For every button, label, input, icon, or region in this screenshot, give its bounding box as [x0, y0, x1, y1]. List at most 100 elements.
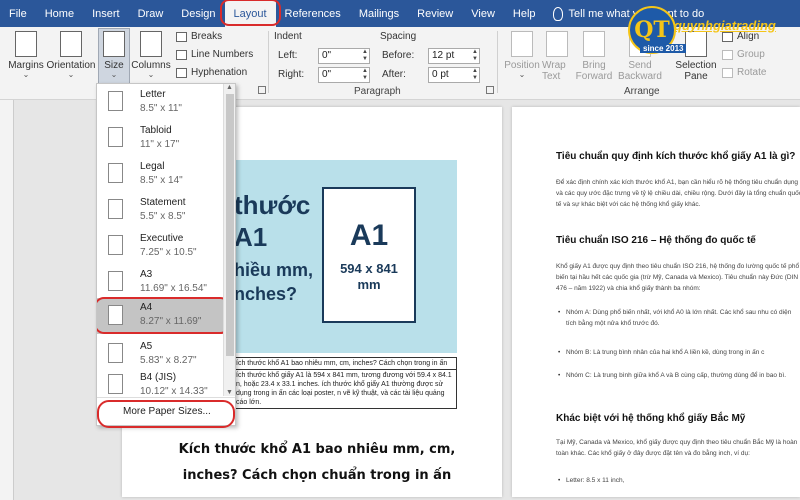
send-backward-label: Send Backward [618, 60, 662, 82]
tab-layout[interactable]: Layout [219, 0, 281, 27]
rotate-icon [722, 67, 733, 78]
heading-2: Tiêu chuẩn ISO 216 – Hệ thống đo quốc tế [556, 235, 756, 246]
tab-draw[interactable]: Draw [129, 0, 173, 27]
tab-design[interactable]: Design [172, 0, 224, 27]
page-size-icon [103, 31, 125, 57]
arrange-group-label: Arrange [624, 86, 660, 97]
paper-size-dims: 5.83" x 8.27" [140, 355, 197, 366]
page-icon [108, 163, 123, 183]
tab-help[interactable]: Help [504, 0, 545, 27]
page-icon [108, 374, 123, 394]
indent-title: Indent [274, 31, 302, 42]
size-button[interactable]: Size ⌄ [98, 28, 130, 88]
spacing-after-input[interactable]: 0 pt ▲ ▼ [428, 67, 480, 83]
paper-size-name: A4 [140, 302, 153, 313]
document-page-2[interactable]: Tiêu chuẩn quy định kích thước khổ giấy … [512, 107, 800, 497]
spacing-after-label: After: [382, 69, 406, 80]
paper-size-dims: 11" x 17" [140, 139, 180, 150]
image-info-table: ích thước khổ A1 bao nhiêu mm, cm, inche… [232, 357, 457, 409]
paragraph-1: Để xác định chính xác kích thước khổ A1,… [556, 179, 800, 208]
spinner-arrows-icon[interactable]: ▲ ▼ [362, 68, 368, 82]
paper-size-name: Letter [140, 89, 166, 100]
bring-forward-label: Bring Forward [575, 60, 613, 82]
dropdown-scrollbar[interactable]: ▲ ▼ [223, 84, 235, 396]
page-icon [108, 235, 123, 255]
paper-size-dims: 5.5" x 8.5" [140, 211, 186, 222]
tab-insert[interactable]: Insert [83, 0, 129, 27]
heading-1: Tiêu chuẩn quy định kích thước khổ giấy … [556, 151, 796, 162]
paragraph-launcher-icon[interactable] [486, 86, 494, 94]
tab-home[interactable]: Home [36, 0, 83, 27]
tab-review[interactable]: Review [408, 0, 462, 27]
spacing-title: Spacing [380, 31, 417, 42]
chevron-down-icon: ⌄ [22, 70, 30, 79]
bring-forward-button[interactable]: Bring Forward [573, 31, 615, 82]
logo-brand-text: quynhgiatrading [674, 18, 776, 33]
tab-references[interactable]: References [276, 0, 350, 27]
paper-size-name: Executive [140, 233, 184, 244]
chevron-down-icon: ⌄ [147, 70, 155, 79]
image-caption: Kích thước khổ A1 bao nhiêu mm, cm, inch… [178, 442, 456, 483]
banner-line-2: A1 [234, 222, 268, 252]
orientation-button[interactable]: Orientation ⌄ [46, 31, 96, 79]
indent-right-input[interactable]: 0" ▲ ▼ [318, 67, 370, 83]
margins-button[interactable]: Margins ⌄ [6, 31, 46, 79]
spacing-before-input[interactable]: 12 pt ▲ ▼ [428, 48, 480, 64]
indent-right-label: Right: [278, 69, 305, 80]
more-paper-sizes-button[interactable]: More Paper Sizes... [97, 397, 235, 428]
spacing-after-value: 0 pt [432, 69, 449, 80]
scroll-down-icon[interactable]: ▼ [226, 389, 233, 396]
page-icon [108, 343, 123, 363]
paper-size-name: A3 [140, 269, 153, 280]
chevron-down-icon: ⌄ [110, 70, 118, 79]
wrap-text-icon [546, 31, 568, 57]
bring-forward-icon [583, 31, 605, 57]
card-title: A1 [349, 218, 389, 252]
scroll-up-icon[interactable]: ▲ [226, 84, 233, 91]
group-divider [268, 31, 269, 93]
wrap-text-label: Wrap Text [542, 60, 566, 82]
tab-view[interactable]: View [462, 0, 504, 27]
heading-3: Khác biệt với hệ thống khổ giấy Bắc Mỹ [556, 413, 746, 424]
hyphenation-label: Hyphenation [191, 67, 248, 78]
page-setup-launcher-icon[interactable] [258, 86, 266, 94]
card-dimensions: 594 x 841 [340, 260, 398, 276]
line-numbers-label: Line Numbers [191, 49, 254, 60]
chevron-down-icon: ⌄ [518, 70, 526, 79]
spinner-arrows-icon[interactable]: ▲ ▼ [362, 49, 368, 63]
paper-size-dims: 7.25" x 10.5" [140, 247, 197, 258]
paper-size-name: A5 [140, 341, 153, 352]
breaks-button[interactable]: Breaks [176, 31, 222, 42]
rotate-label: Rotate [737, 67, 767, 78]
a1-size-image: thước A1 hiều mm, nches? A1 594 x 841 mm [232, 160, 457, 353]
list-item: Nhóm A: Dùng phổ biến nhất, với khổ A0 l… [558, 307, 800, 329]
list-item: Nhóm C: Là trung bình giữa khổ A và B cù… [558, 370, 800, 381]
hyphenation-button[interactable]: Hyphenation [176, 67, 247, 78]
page-icon [108, 305, 123, 325]
position-button[interactable]: Position ⌄ [502, 31, 542, 79]
paper-size-name: B4 (JIS) [140, 372, 177, 383]
breaks-label: Breaks [191, 31, 223, 42]
paper-size-name: Legal [140, 161, 165, 172]
line-numbers-button[interactable]: Line Numbers [176, 49, 253, 60]
paper-size-name: Tabloid [140, 125, 172, 136]
columns-button[interactable]: Columns ⌄ [131, 31, 171, 79]
lightbulb-icon [552, 6, 563, 21]
spinner-arrows-icon[interactable]: ▲ ▼ [472, 68, 478, 82]
tab-mailings[interactable]: Mailings [350, 0, 408, 27]
list-item: Nhóm B: Là trung bình nhân của hai khổ A… [558, 347, 800, 358]
page-icon [108, 91, 123, 111]
wrap-text-button[interactable]: Wrap Text [542, 31, 572, 82]
margins-icon [15, 31, 37, 57]
rotate-button[interactable]: Rotate [722, 67, 766, 78]
paper-size-b4-jis[interactable]: B4 (JIS) 10.12" x 14.33" [97, 367, 223, 396]
indent-left-label: Left: [278, 50, 298, 61]
spacing-before-value: 12 pt [432, 50, 455, 61]
paper-size-a4[interactable]: A4 8.27" x 11.69" [97, 297, 223, 334]
indent-left-input[interactable]: 0" ▲ ▼ [318, 48, 370, 64]
scroll-thumb[interactable] [226, 94, 234, 356]
more-paper-sizes-label: More Paper Sizes... [123, 406, 211, 417]
tab-file[interactable]: File [0, 0, 36, 27]
spinner-arrows-icon[interactable]: ▲ ▼ [472, 49, 478, 63]
paper-size-name: Statement [140, 197, 186, 208]
